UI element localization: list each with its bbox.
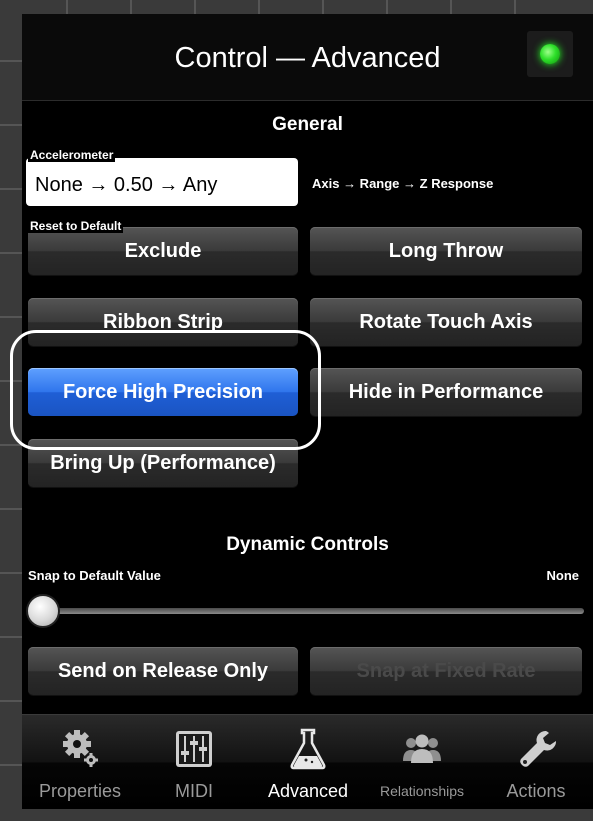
wrench-icon bbox=[520, 730, 556, 767]
accelerometer-axis-note: Axis → Range → Z Response bbox=[312, 176, 494, 191]
tab-advanced[interactable]: Advanced bbox=[251, 715, 365, 809]
tab-relationships[interactable]: Relationships bbox=[365, 715, 479, 809]
left-ruler bbox=[0, 0, 22, 821]
snap-slider-track[interactable] bbox=[36, 608, 584, 614]
ribbon-strip-button[interactable]: Ribbon Strip bbox=[28, 298, 298, 346]
accelerometer-label: Accelerometer bbox=[28, 148, 116, 162]
tab-properties[interactable]: Properties bbox=[23, 715, 137, 809]
status-led-icon bbox=[540, 44, 560, 64]
inspector-panel: Control — Advanced General Accelerometer… bbox=[10, 14, 593, 809]
mixer-sliders-icon bbox=[176, 731, 212, 767]
bottom-ruler bbox=[0, 808, 593, 821]
exclude-button[interactable]: Exclude bbox=[28, 227, 298, 275]
tab-midi[interactable]: MIDI bbox=[137, 715, 251, 809]
snap-slider-knob[interactable] bbox=[26, 594, 60, 628]
bring-up-performance-button[interactable]: Bring Up (Performance) bbox=[28, 439, 298, 487]
long-throw-button[interactable]: Long Throw bbox=[310, 227, 582, 275]
title-bar: Control — Advanced bbox=[22, 14, 593, 101]
status-led bbox=[527, 31, 573, 77]
rotate-touch-axis-button[interactable]: Rotate Touch Axis bbox=[310, 298, 582, 346]
snap-at-fixed-rate-button: Snap at Fixed Rate bbox=[310, 647, 582, 695]
snap-to-default-label: Snap to Default Value bbox=[28, 568, 161, 583]
reset-to-default-label: Reset to Default bbox=[28, 219, 124, 233]
tab-advanced-label: Advanced bbox=[267, 781, 349, 801]
force-high-precision-button[interactable]: Force High Precision bbox=[28, 368, 298, 416]
tab-actions[interactable]: Actions bbox=[479, 715, 593, 809]
panel-title: Control — Advanced bbox=[174, 42, 441, 74]
snap-value: None bbox=[546, 568, 580, 583]
accelerometer-field[interactable]: None → 0.50 → Any bbox=[26, 158, 298, 206]
send-on-release-button[interactable]: Send on Release Only bbox=[28, 647, 298, 695]
tab-actions-label: Actions bbox=[506, 781, 566, 801]
people-icon bbox=[403, 734, 441, 763]
section-general-heading: General bbox=[272, 114, 343, 135]
tab-relationships-label: Relationships bbox=[379, 783, 465, 799]
tab-midi-label: MIDI bbox=[175, 781, 213, 801]
tab-properties-label: Properties bbox=[38, 781, 122, 801]
top-ruler bbox=[0, 0, 593, 14]
flask-icon bbox=[290, 728, 326, 770]
accelerometer-value: None → 0.50 → Any bbox=[35, 174, 218, 196]
tab-bar: Properties MIDI Advanced Relationships A… bbox=[22, 714, 593, 809]
hide-in-performance-button[interactable]: Hide in Performance bbox=[310, 368, 582, 416]
section-dynamic-heading: Dynamic Controls bbox=[226, 534, 389, 555]
gears-icon bbox=[63, 730, 98, 767]
